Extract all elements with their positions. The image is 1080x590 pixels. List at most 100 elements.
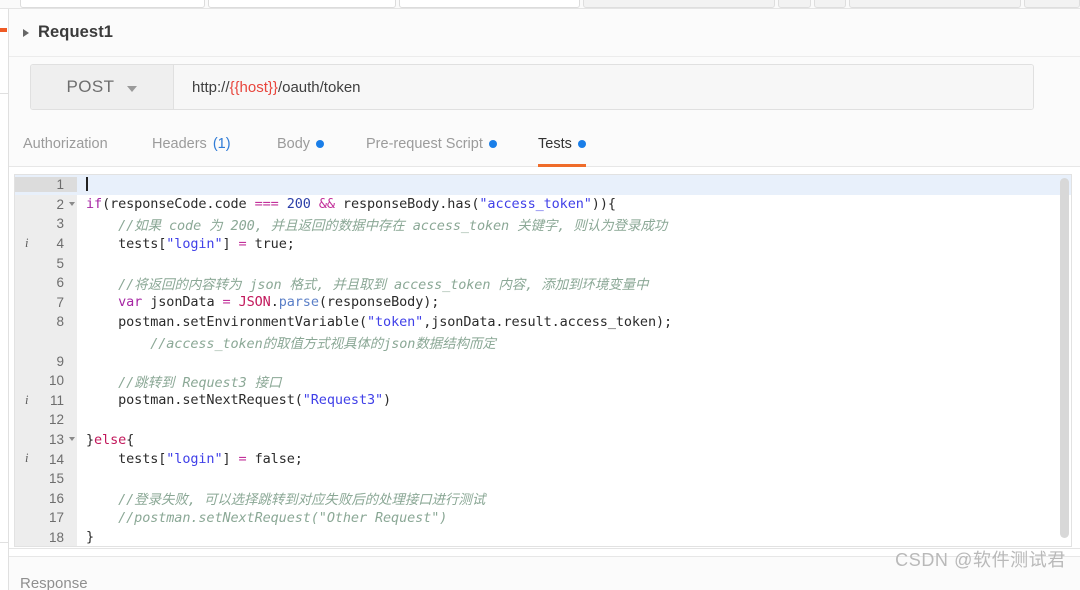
lint-info-icon[interactable]: i <box>25 236 28 251</box>
url-suffix: /oauth/token <box>278 79 361 96</box>
toolbar-box-4[interactable] <box>583 0 775 8</box>
code-text: //登录失败, 可以选择跳转到对应失败后的处理接口进行测试 <box>77 488 485 508</box>
tab-pre-request-script[interactable]: Pre-request Script <box>366 117 497 167</box>
line-number: 9 <box>15 354 77 369</box>
headers-count-badge: (1) <box>213 136 231 152</box>
code-text: postman.setNextRequest("Request3") <box>77 392 391 408</box>
text-cursor <box>86 177 88 191</box>
url-variable: {{host}} <box>230 79 278 96</box>
tab-headers[interactable]: Headers (1) <box>152 117 231 167</box>
line-number: 13 <box>15 432 77 447</box>
toolbar-box-6[interactable] <box>814 0 846 8</box>
tab-label: Pre-request Script <box>366 136 483 152</box>
toolbar-box-8[interactable] <box>1024 0 1080 8</box>
url-prefix: http:// <box>192 79 230 96</box>
code-line[interactable]: 13}else{ <box>15 430 1071 450</box>
url-row: POST http://{{host}}/oauth/token Par <box>9 57 1080 117</box>
code-text <box>77 177 88 193</box>
line-number: 17 <box>15 510 77 525</box>
sidebar-panel-edge <box>0 93 9 543</box>
code-line[interactable]: 15 <box>15 469 1071 489</box>
line-number: 7 <box>15 295 77 310</box>
line-number: 8 <box>15 314 77 329</box>
sidebar-active-marker <box>0 28 7 32</box>
chevron-down-icon[interactable] <box>127 86 137 92</box>
code-line[interactable]: 1 <box>15 175 1071 195</box>
code-text: //跳转到 Request3 接口 <box>77 371 281 391</box>
toolbar-box-2[interactable] <box>208 0 396 8</box>
code-text: tests["login"] = false; <box>77 451 303 467</box>
code-line[interactable]: //access_token的取值方式视具体的json数据结构而定 <box>15 332 1071 352</box>
code-line[interactable]: 8 postman.setEnvironmentVariable("token"… <box>15 312 1071 332</box>
top-toolbar-strip <box>0 0 1080 9</box>
tab-label: Body <box>277 136 310 152</box>
code-line[interactable]: 17 //postman.setNextRequest("Other Reque… <box>15 508 1071 528</box>
line-number: 5 <box>15 256 77 271</box>
code-fold-icon[interactable] <box>69 437 75 441</box>
modified-dot-icon <box>578 140 586 148</box>
active-tab-underline <box>538 164 586 167</box>
page-title: Request1 <box>38 23 113 42</box>
code-text: postman.setEnvironmentVariable("token",j… <box>77 314 672 330</box>
code-text: } <box>77 529 94 545</box>
code-text: }else{ <box>77 432 134 448</box>
response-label: Response <box>20 575 88 590</box>
code-text: //postman.setNextRequest("Other Request"… <box>77 510 447 526</box>
lint-info-icon[interactable]: i <box>25 393 28 408</box>
triangle-right-icon[interactable] <box>23 29 29 37</box>
code-text: //将返回的内容转为 json 格式, 并且取到 access_token 内容… <box>77 273 648 293</box>
request-header[interactable]: Request1 <box>9 9 1080 57</box>
line-number: 12 <box>15 412 77 427</box>
code-line[interactable]: 16 //登录失败, 可以选择跳转到对应失败后的处理接口进行测试 <box>15 489 1071 509</box>
code-lines-container[interactable]: 12if(responseCode.code === 200 && respon… <box>15 175 1071 546</box>
modified-dot-icon <box>316 140 324 148</box>
url-input[interactable]: http://{{host}}/oauth/token <box>174 65 1033 109</box>
code-line[interactable]: 9 <box>15 351 1071 371</box>
code-text: var jsonData = JSON.parse(responseBody); <box>77 294 439 310</box>
code-line[interactable]: 12 <box>15 410 1071 430</box>
code-line[interactable]: 5 <box>15 253 1071 273</box>
line-number: 6 <box>15 275 77 290</box>
toolbar-box-1[interactable] <box>20 0 205 8</box>
toolbar-box-3[interactable] <box>399 0 580 8</box>
code-line[interactable]: 7 var jsonData = JSON.parse(responseBody… <box>15 293 1071 313</box>
line-number: 2 <box>15 197 77 212</box>
postman-request-window: Request1 POST http://{{host}}/oauth/toke… <box>0 0 1080 590</box>
tab-label: Authorization <box>23 136 108 152</box>
line-number: 1 <box>15 177 77 192</box>
http-method-label: POST <box>67 77 115 97</box>
code-fold-icon[interactable] <box>69 202 75 206</box>
code-line[interactable]: i11 postman.setNextRequest("Request3") <box>15 391 1071 411</box>
tab-authorization[interactable]: Authorization <box>23 117 108 167</box>
code-text: if(responseCode.code === 200 && response… <box>77 196 616 212</box>
toolbar-box-7[interactable] <box>849 0 1021 8</box>
line-number: 18 <box>15 530 77 545</box>
code-line[interactable]: 3 //如果 code 为 200, 并且返回的数据中存在 access_tok… <box>15 214 1071 234</box>
tab-body[interactable]: Body <box>277 117 324 167</box>
code-line[interactable]: i14 tests["login"] = false; <box>15 449 1071 469</box>
modified-dot-icon <box>489 140 497 148</box>
code-line[interactable]: 2if(responseCode.code === 200 && respons… <box>15 195 1071 215</box>
url-input-group: POST http://{{host}}/oauth/token <box>30 64 1034 110</box>
request-tab-bar: Authorization Headers (1) Body Pre-reque… <box>9 117 1080 167</box>
code-text: //如果 code 为 200, 并且返回的数据中存在 access_token… <box>77 214 667 234</box>
line-number: 16 <box>15 491 77 506</box>
code-text: tests["login"] = true; <box>77 236 295 252</box>
line-number: 15 <box>15 471 77 486</box>
line-number: 3 <box>15 216 77 231</box>
tab-label: Tests <box>538 136 572 152</box>
toolbar-box-5[interactable] <box>778 0 811 8</box>
code-line[interactable]: i4 tests["login"] = true; <box>15 234 1071 254</box>
tab-tests[interactable]: Tests <box>538 117 586 167</box>
watermark: CSDN @软件测试君 <box>895 546 1066 572</box>
http-method-select[interactable]: POST <box>31 65 174 109</box>
lint-info-icon[interactable]: i <box>25 451 28 466</box>
tab-label: Headers <box>152 136 207 152</box>
code-line[interactable]: 10 //跳转到 Request3 接口 <box>15 371 1071 391</box>
line-number: 10 <box>15 373 77 388</box>
editor-scrollbar[interactable] <box>1060 178 1069 538</box>
code-text: //access_token的取值方式视具体的json数据结构而定 <box>77 332 496 352</box>
tests-code-editor[interactable]: 12if(responseCode.code === 200 && respon… <box>14 174 1072 547</box>
code-line[interactable]: 6 //将返回的内容转为 json 格式, 并且取到 access_token … <box>15 273 1071 293</box>
code-line[interactable]: 18} <box>15 528 1071 547</box>
